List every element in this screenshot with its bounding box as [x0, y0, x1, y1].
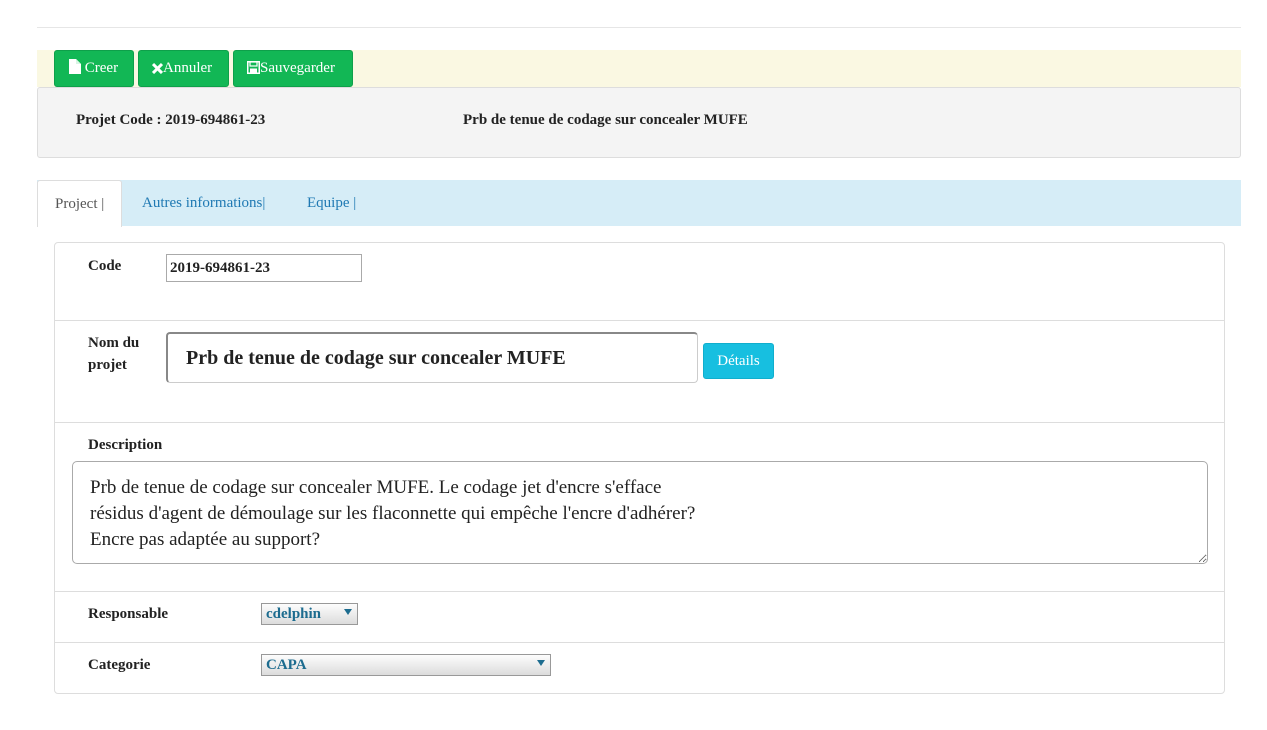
creer-label: Creer: [84, 60, 119, 76]
categorie-select[interactable]: CAPA: [261, 654, 551, 676]
row-divider: [55, 591, 1224, 592]
project-form: Code Nom du projet Détails Description R…: [54, 242, 1225, 694]
responsable-select[interactable]: cdelphin: [261, 603, 358, 625]
categorie-label: Categorie: [88, 657, 151, 673]
row-divider: [55, 320, 1224, 321]
description-label: Description: [88, 437, 163, 453]
row-divider: [55, 642, 1224, 643]
save-icon: [247, 61, 260, 74]
sauvegarder-button[interactable]: Sauvegarder: [233, 50, 353, 87]
details-button[interactable]: Détails: [703, 343, 774, 379]
chevron-down-icon: [344, 609, 352, 615]
chevron-down-icon: [537, 660, 545, 666]
responsable-label: Responsable: [88, 606, 169, 622]
description-field[interactable]: [72, 461, 1208, 564]
close-icon: [151, 62, 164, 75]
file-icon: [69, 59, 81, 74]
tab-bar: Project | Autres informations| Equipe |: [37, 180, 1241, 227]
action-toolbar: Creer Annuler Sauvegarder: [37, 50, 1241, 87]
row-divider: [55, 422, 1224, 423]
nom-projet-field[interactable]: [166, 332, 698, 383]
annuler-label: Annuler: [163, 60, 213, 76]
creer-button[interactable]: Creer: [54, 50, 134, 87]
project-code-text: Projet Code : 2019-694861-23: [76, 112, 266, 128]
tab-equipe[interactable]: Equipe |: [307, 180, 356, 226]
responsable-selected-value: cdelphin: [266, 606, 322, 622]
project-title-text: Prb de tenue de codage sur concealer MUF…: [463, 112, 748, 128]
top-divider: [37, 27, 1241, 28]
categorie-selected-value: CAPA: [266, 657, 307, 673]
sauvegarder-label: Sauvegarder: [260, 60, 335, 76]
project-info-panel: Projet Code : 2019-694861-23 Prb de tenu…: [37, 87, 1241, 158]
code-field[interactable]: [166, 254, 362, 282]
annuler-button[interactable]: Annuler: [138, 50, 229, 87]
nom-projet-label-line2: projet: [88, 357, 127, 373]
nom-projet-label-line1: Nom du: [88, 335, 140, 351]
tab-project[interactable]: Project |: [37, 180, 123, 227]
nom-projet-label: Nom du projet: [88, 332, 139, 376]
tab-autres-informations[interactable]: Autres informations|: [142, 180, 265, 226]
code-label: Code: [88, 258, 122, 274]
